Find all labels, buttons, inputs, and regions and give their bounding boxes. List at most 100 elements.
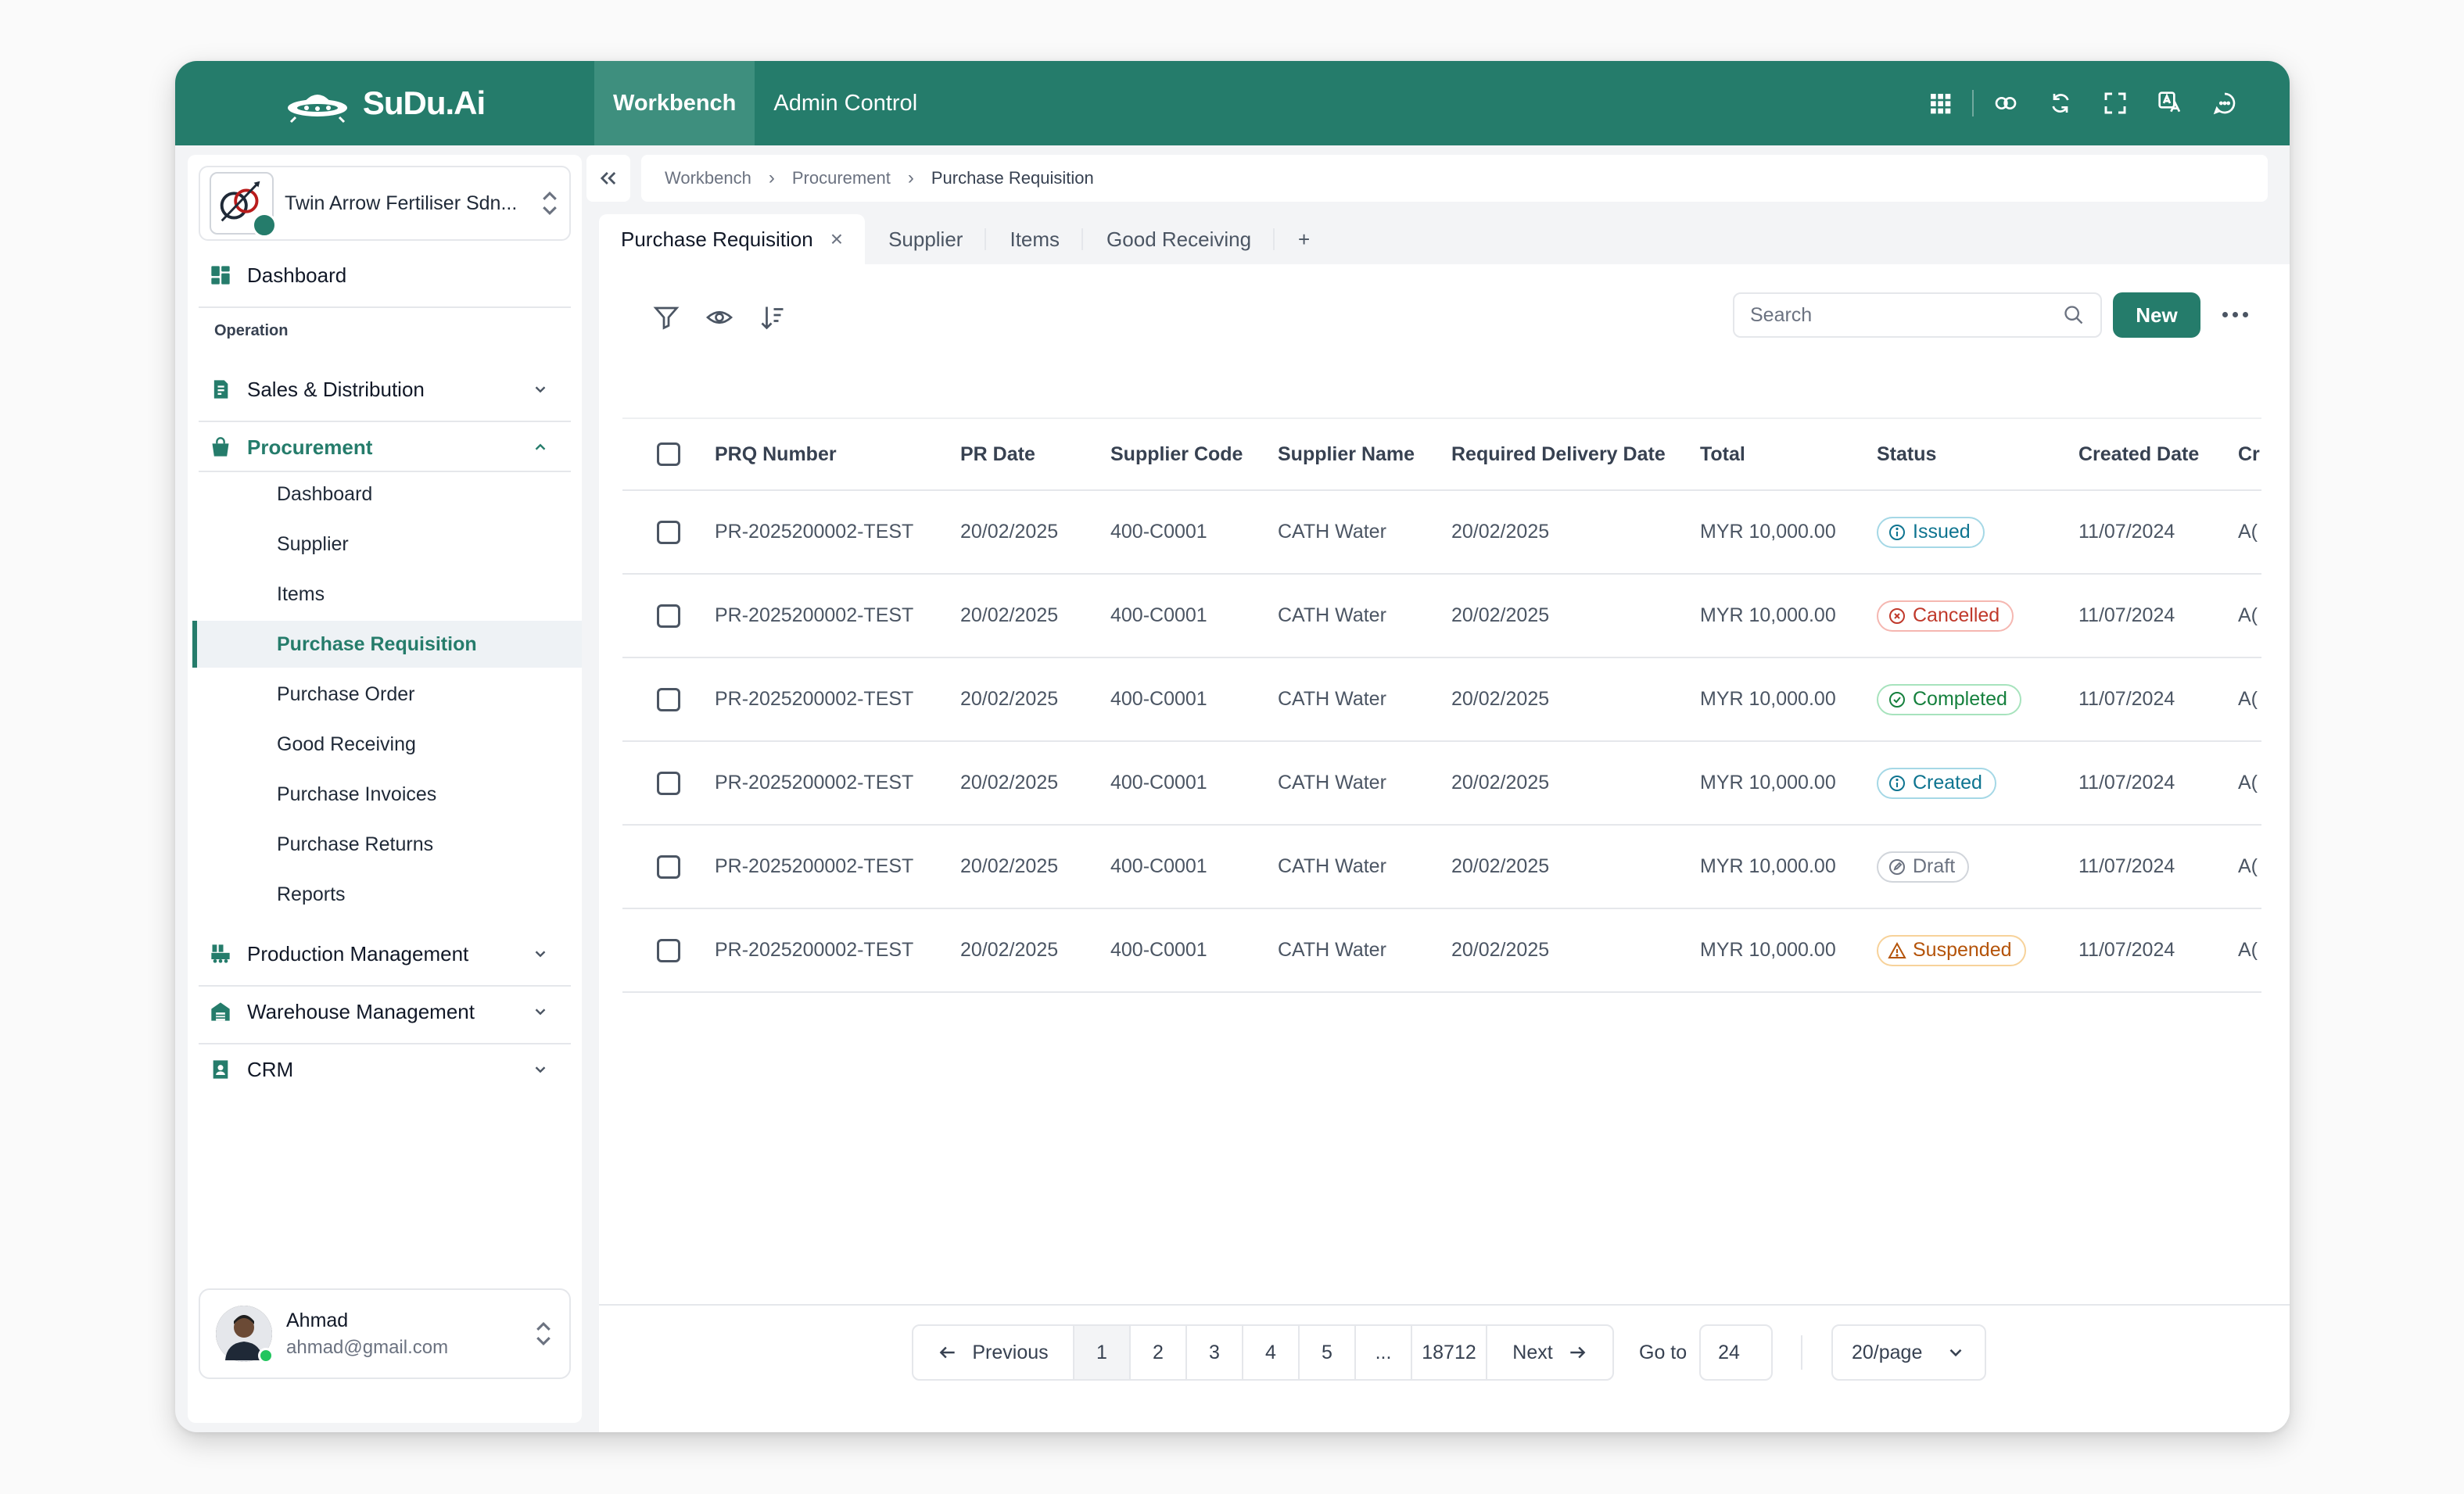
sort-icon[interactable] <box>759 303 787 331</box>
page-button[interactable]: 5 <box>1300 1326 1356 1379</box>
breadcrumb-procurement[interactable]: Procurement <box>792 168 891 188</box>
chat-icon[interactable] <box>2197 80 2252 127</box>
chevron-up-down-icon <box>536 1321 551 1346</box>
table-row[interactable]: PR-2025200002-TEST 20/02/2025 400-C0001 CAT… <box>622 908 2261 993</box>
sidebar-subitem-good-receiving[interactable]: Good Receiving <box>277 733 416 756</box>
filter-icon[interactable] <box>652 303 680 331</box>
table-row[interactable]: PR-2025200002-TEST 20/02/2025 400-C0001 CAT… <box>622 490 2261 575</box>
sidebar-subitem-purchase-invoices[interactable]: Purchase Invoices <box>277 783 436 806</box>
ufo-logo-icon <box>287 95 347 124</box>
page-button[interactable]: 2 <box>1131 1326 1187 1379</box>
select-all-checkbox[interactable] <box>657 442 680 467</box>
search-input[interactable] <box>1750 303 2063 327</box>
sidebar-item-sales-distribution[interactable]: Sales & Distribution <box>210 367 560 411</box>
warning-icon <box>1888 941 1906 960</box>
status-cell: Suspended <box>1877 908 2078 993</box>
page-tabs: Purchase Requisition × Supplier Items Go… <box>599 214 1333 264</box>
sidebar-subitem-purchase-returns[interactable]: Purchase Returns <box>277 833 433 856</box>
nav-tab-workbench[interactable]: Workbench <box>594 61 755 145</box>
more-options-icon[interactable] <box>2211 297 2258 331</box>
row-checkbox[interactable] <box>657 771 680 795</box>
tab-purchase-requisition[interactable]: Purchase Requisition × <box>599 214 866 264</box>
page-button[interactable]: 4 <box>1243 1326 1300 1379</box>
table-cell: 11/07/2024 <box>2078 741 2238 826</box>
tab-items[interactable]: Items <box>986 214 1084 264</box>
link-icon[interactable] <box>1978 80 2033 127</box>
status-badge: Created <box>1877 767 1996 799</box>
close-icon[interactable]: × <box>830 227 843 252</box>
translate-icon[interactable] <box>2143 80 2197 127</box>
company-name: Twin Arrow Fertiliser Sdn... <box>285 192 518 214</box>
table-cell: A( <box>2238 825 2261 909</box>
row-checkbox[interactable] <box>657 520 680 544</box>
table-toolbar: New <box>599 264 2290 358</box>
column-header[interactable]: Total <box>1700 417 1877 491</box>
row-checkbox[interactable] <box>657 854 680 879</box>
table-row[interactable]: PR-2025200002-TEST 20/02/2025 400-C0001 CAT… <box>622 574 2261 658</box>
fullscreen-icon[interactable] <box>2088 80 2143 127</box>
breadcrumb-workbench[interactable]: Workbench <box>665 168 751 188</box>
sidebar-item-production-management[interactable]: Production Management <box>210 932 560 976</box>
contact-card-icon <box>213 1060 228 1079</box>
column-header[interactable]: Required Delivery Date <box>1451 417 1700 491</box>
row-checkbox[interactable] <box>657 604 680 628</box>
column-header[interactable]: Status <box>1877 417 2078 491</box>
row-checkbox[interactable] <box>657 938 680 962</box>
table-cell: A( <box>2238 741 2261 826</box>
search-box[interactable] <box>1733 292 2102 338</box>
page-button[interactable]: 1 <box>1074 1326 1131 1379</box>
status-label: Suspended <box>1913 939 2012 961</box>
sidebar-subitem-items[interactable]: Items <box>277 583 325 606</box>
sidebar-subitem-reports[interactable]: Reports <box>277 883 346 906</box>
apps-grid-icon[interactable] <box>1913 80 1967 127</box>
eye-icon[interactable] <box>705 303 733 331</box>
brand[interactable]: SuDu.Ai <box>175 61 594 145</box>
table-cell: 20/02/2025 <box>960 825 1110 909</box>
column-header[interactable]: PRQ Number <box>715 417 960 491</box>
column-header[interactable]: PR Date <box>960 417 1110 491</box>
divider <box>199 421 571 422</box>
tab-supplier[interactable]: Supplier <box>865 214 987 264</box>
tab-good-receiving[interactable]: Good Receiving <box>1083 214 1275 264</box>
user-email: ahmad@gmail.com <box>286 1336 449 1358</box>
breadcrumb-current: Purchase Requisition <box>931 168 1094 188</box>
status-badge: Issued <box>1877 516 1985 548</box>
page-button[interactable]: 18712 <box>1412 1326 1487 1379</box>
table-cell: CATH Water <box>1278 908 1451 993</box>
company-switcher[interactable]: Twin Arrow Fertiliser Sdn... <box>199 166 571 241</box>
column-header[interactable]: Cr <box>2238 417 2261 491</box>
sidebar-subitem-purchase-order[interactable]: Purchase Order <box>277 683 414 706</box>
sidebar-subitem-supplier[interactable]: Supplier <box>277 533 349 556</box>
page-button[interactable]: 3 <box>1187 1326 1243 1379</box>
column-header[interactable]: Created Date <box>2078 417 2238 491</box>
sidebar-item-procurement[interactable]: Procurement <box>210 425 560 469</box>
user-profile-card[interactable]: Ahmad ahmad@gmail.com <box>199 1288 571 1379</box>
previous-page-button[interactable]: Previous <box>913 1326 1074 1379</box>
search-icon[interactable] <box>2063 304 2085 326</box>
main-panel: New PRQ Number PR Date Supplier Code Sup… <box>599 264 2290 1432</box>
new-button[interactable]: New <box>2113 292 2200 338</box>
sidebar-item-dashboard[interactable]: Dashboard <box>210 253 560 297</box>
refresh-icon[interactable] <box>2033 80 2088 127</box>
page-size-select[interactable]: 20/page <box>1831 1324 1986 1381</box>
table-row[interactable]: PR-2025200002-TEST 20/02/2025 400-C0001 CAT… <box>622 657 2261 742</box>
sidebar-subitem-purchase-requisition[interactable]: Purchase Requisition <box>277 633 477 656</box>
next-label: Next <box>1512 1341 1553 1363</box>
table-row[interactable]: PR-2025200002-TEST 20/02/2025 400-C0001 CAT… <box>622 825 2261 909</box>
column-header[interactable]: Supplier Code <box>1110 417 1278 491</box>
row-checkbox[interactable] <box>657 687 680 711</box>
next-page-button[interactable]: Next <box>1487 1326 1612 1379</box>
nav-tab-admin-control[interactable]: Admin Control <box>755 61 936 145</box>
page-ellipsis[interactable]: ... <box>1356 1326 1412 1379</box>
sidebar-item-warehouse-management[interactable]: Warehouse Management <box>210 990 560 1034</box>
column-header[interactable]: Supplier Name <box>1278 417 1451 491</box>
sidebar-item-label: Warehouse Management <box>247 999 475 1023</box>
collapse-sidebar-button[interactable] <box>586 155 630 202</box>
sidebar-item-crm[interactable]: CRM <box>210 1048 560 1091</box>
add-tab-button[interactable]: + <box>1275 214 1333 264</box>
goto-page-input[interactable]: 24 <box>1699 1324 1774 1381</box>
table-cell: 20/02/2025 <box>960 657 1110 742</box>
sidebar-subitem-dashboard[interactable]: Dashboard <box>277 483 372 506</box>
chevron-down-icon <box>535 386 546 393</box>
table-row[interactable]: PR-2025200002-TEST 20/02/2025 400-C0001 CAT… <box>622 741 2261 826</box>
